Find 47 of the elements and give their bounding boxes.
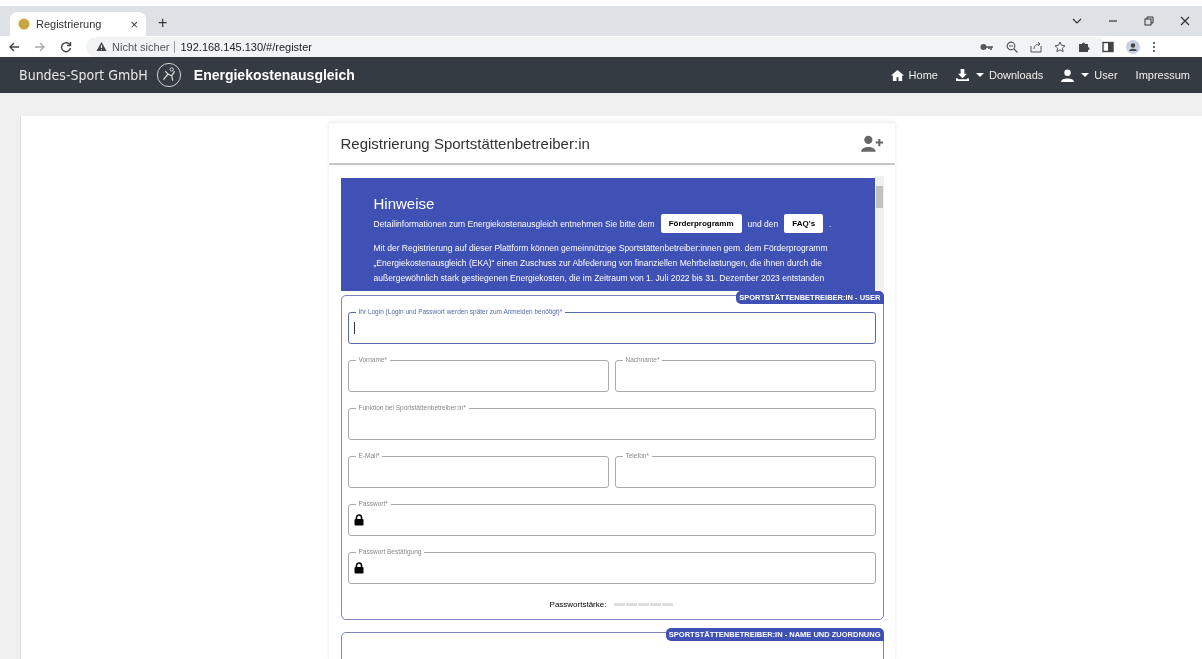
favicon-icon xyxy=(18,18,30,30)
home-icon xyxy=(890,68,904,82)
share-icon[interactable] xyxy=(1030,40,1042,53)
key-icon[interactable] xyxy=(980,41,994,52)
lock-icon xyxy=(353,562,364,574)
nav-link[interactable]: Impressum xyxy=(1135,69,1190,81)
browser-tab[interactable]: Registrierung × xyxy=(10,12,146,36)
restore-icon[interactable] xyxy=(1144,16,1154,26)
notice-text: und den xyxy=(747,218,779,229)
close-icon[interactable] xyxy=(1180,16,1190,26)
add-user-icon xyxy=(860,134,883,152)
nav-link[interactable]: Downloads xyxy=(955,68,1044,82)
brand-name[interactable]: Bundes-Sport GmbH xyxy=(19,67,148,83)
url-text: 192.168.145.130/#/register xyxy=(180,40,312,53)
new-tab-button[interactable]: + xyxy=(158,14,168,32)
strength-meter xyxy=(614,603,674,606)
star-icon[interactable] xyxy=(1054,40,1066,53)
more-icon[interactable] xyxy=(1152,40,1156,53)
notice-paragraph: Mit der Registrierung auf dieser Plattform können gemeinnützige Sportstättenbetreiber:innen gem. dem Förderprogramm „Energiekostenausgleich (EKA)“ einen Zuschuss zur Abfederung von finanziellen Mehrbelastungen, die ihnen durch die außergewöhnlich stark gestiegenen Energiekosten, die im Zeitraum von 1. Juli 2022 bis 31. Dezember 2023 entstanden xyxy=(373,242,829,285)
notice-text: Detailinformationen zum Energiekostenausgleich entnehmen Sie bitte dem xyxy=(373,218,655,229)
faq-button[interactable]: FAQ's xyxy=(784,214,824,233)
warning-icon xyxy=(96,41,107,52)
reload-icon[interactable] xyxy=(60,40,72,53)
close-tab-button[interactable]: × xyxy=(130,16,138,32)
back-icon[interactable] xyxy=(8,40,20,53)
notice-heading: Hinweise xyxy=(373,195,436,212)
card-title: Registrierung Sportstättenbetreiber:in xyxy=(340,134,590,152)
notice-text: . xyxy=(829,218,832,229)
app-title: Energiekostenausgleich xyxy=(193,67,355,83)
caret-icon xyxy=(975,71,984,79)
nav-link[interactable]: User xyxy=(1061,68,1118,82)
zoom-icon[interactable] xyxy=(1006,40,1018,53)
nav-link[interactable]: Home xyxy=(890,68,938,82)
profile-icon[interactable] xyxy=(1126,39,1140,54)
sidebar-icon[interactable] xyxy=(1102,40,1114,53)
download-icon xyxy=(955,68,969,82)
address-field[interactable]: Nicht sicher 192.168.145.130/#/register xyxy=(86,36,1106,57)
chevron-down-icon[interactable] xyxy=(1072,16,1082,26)
security-label: Nicht sicher xyxy=(112,40,170,53)
strength-label: Passwortstärke: xyxy=(549,600,607,609)
caret-icon xyxy=(1081,71,1090,79)
program-button[interactable]: Förderprogramm xyxy=(660,214,742,233)
runner-logo-icon xyxy=(155,62,182,88)
puzzle-icon[interactable] xyxy=(1078,40,1090,53)
user-icon xyxy=(1061,68,1075,82)
scrollbar[interactable] xyxy=(874,176,884,291)
lock-icon xyxy=(353,514,364,526)
